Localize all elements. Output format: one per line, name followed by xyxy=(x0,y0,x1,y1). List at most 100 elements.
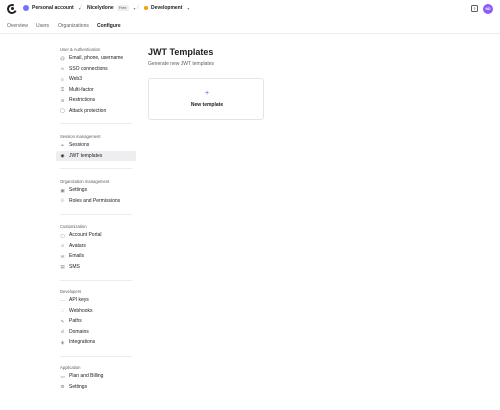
session-icon: ⚭ xyxy=(60,142,65,148)
new-template-card[interactable]: + New template xyxy=(148,78,264,120)
sidebar-item-label: Account Portal xyxy=(69,232,102,239)
sidebar-item-label: Settings xyxy=(69,383,88,390)
chevron-updown-icon: ▾ xyxy=(187,5,190,11)
sidebar-item-label: Settings xyxy=(69,187,88,194)
key-icon: ⚿ xyxy=(60,87,65,93)
page-title: JWT Templates xyxy=(148,47,214,57)
at-icon: @ xyxy=(60,55,65,61)
sidebar-section-organization-management: Organization management ▣ Settings ☉ Rol… xyxy=(56,178,136,206)
webhook-icon: ∴ xyxy=(61,308,64,314)
sidebar-divider xyxy=(60,123,132,124)
sidebar-item-multi-factor[interactable]: ⚿ Multi-factor xyxy=(56,85,136,96)
sidebar-item-webhooks[interactable]: ∴ Webhooks xyxy=(56,306,136,317)
page-subtitle: Generate new JWT templates xyxy=(148,61,215,67)
billing-icon: ▭ xyxy=(60,373,65,379)
web3-icon: ◇ xyxy=(60,76,65,82)
sidebar-section-application: Application ▭ Plan and Billing ⚙ Setting… xyxy=(56,364,136,392)
sidebar-item-roles-permissions[interactable]: ☉ Roles and Permissions xyxy=(56,196,136,207)
ban-icon: ⊘ xyxy=(60,97,65,103)
breadcrumb-separator: / xyxy=(137,5,139,11)
sidebar-item-sessions[interactable]: ⚭ Sessions xyxy=(56,140,136,151)
sidebar-divider xyxy=(60,356,132,357)
sidebar-section-user-auth: User & Authentication @ Email, phone, us… xyxy=(56,46,136,116)
sidebar-item-plan-billing[interactable]: ▭ Plan and Billing xyxy=(56,371,136,382)
link-icon: ∞ xyxy=(60,66,65,72)
application-switcher[interactable]: Nicelydone Free ▾ xyxy=(87,5,136,11)
sidebar-item-label: Web3 xyxy=(69,76,82,83)
sidebar-item-label: Email, phone, username xyxy=(69,55,124,62)
globe-icon: ☌ xyxy=(60,329,65,335)
top-bar: Personal account ▾ / Nicelydone Free ▾ /… xyxy=(0,0,500,18)
user-avatar[interactable]: ND xyxy=(483,4,493,14)
app-logo-dot xyxy=(11,7,14,10)
roles-icon: ☉ xyxy=(60,198,65,204)
sidebar-item-domains[interactable]: ☌ Domains xyxy=(56,327,136,338)
environment-status-dot-icon xyxy=(144,6,148,10)
settings-icon: ⚙ xyxy=(60,384,65,390)
sidebar-item-web3[interactable]: ◇ Web3 xyxy=(56,74,136,85)
sidebar-item-label: Domains xyxy=(69,328,89,335)
paths-icon: ✎ xyxy=(60,318,65,324)
application-label: Nicelydone xyxy=(87,5,114,11)
sidebar-section-title: Organization management xyxy=(60,179,110,184)
sidebar-item-account-portal[interactable]: ▢ Account Portal xyxy=(56,230,136,241)
sidebar-item-integrations[interactable]: ⋕ Integrations xyxy=(56,337,136,348)
sidebar-item-app-settings[interactable]: ⚙ Settings xyxy=(56,382,136,393)
sidebar-item-api-keys[interactable]: ⋯ API keys xyxy=(56,295,136,306)
sidebar-divider xyxy=(60,280,132,281)
sidebar-item-attack-protection[interactable]: ◯ Attack protection xyxy=(56,106,136,117)
account-switcher[interactable]: Personal account ▾ xyxy=(23,5,81,11)
sidebar-section-title: User & Authentication xyxy=(60,47,101,52)
sidebar-item-sms[interactable]: ▤ SMS xyxy=(56,262,136,273)
sidebar-item-paths[interactable]: ✎ Paths xyxy=(56,316,136,327)
new-template-label: New template xyxy=(190,102,224,108)
settings-icon: ▣ xyxy=(60,187,65,193)
plus-icon: + xyxy=(204,90,210,97)
sidebar-section-customization: Customization ▢ Account Portal ☺ Avatars… xyxy=(56,223,136,272)
sidebar-section-title: Application xyxy=(60,365,81,370)
sidebar-item-label: JWT templates xyxy=(69,152,103,159)
sidebar-item-label: SMS xyxy=(69,263,80,270)
sidebar-divider xyxy=(60,168,132,169)
sidebar-section-title: Developers xyxy=(60,289,82,294)
tab-organizations[interactable]: Organizations xyxy=(58,23,89,29)
email-icon: ✉ xyxy=(60,253,65,259)
main-tabs: Overview Users Organizations Configure xyxy=(0,18,500,34)
sidebar-item-label: Roles and Permissions xyxy=(69,197,121,204)
sms-icon: ▤ xyxy=(60,264,65,270)
sidebar-item-restrictions[interactable]: ⊘ Restrictions xyxy=(56,95,136,106)
plan-badge: Free xyxy=(116,5,129,11)
sidebar-item-label: Paths xyxy=(69,318,82,325)
portal-icon: ▢ xyxy=(60,232,65,238)
tab-users[interactable]: Users xyxy=(36,23,49,29)
integrations-icon: ⋕ xyxy=(60,339,65,345)
sidebar-item-label: Webhooks xyxy=(69,307,93,314)
environment-switcher[interactable]: Development ▾ xyxy=(144,5,189,11)
tab-overview[interactable]: Overview xyxy=(7,23,28,29)
sidebar-item-label: Emails xyxy=(69,253,85,260)
sidebar-section-title: Session management xyxy=(60,134,101,139)
sidebar-divider xyxy=(60,214,132,215)
sidebar-item-jwt-templates[interactable]: ◉ JWT templates xyxy=(56,150,136,161)
sidebar-item-email-phone-username[interactable]: @ Email, phone, username xyxy=(56,53,136,64)
sidebar-section-title: Customization xyxy=(60,224,87,229)
sidebar-item-label: SSO connections xyxy=(69,65,108,72)
sidebar-section-session-management: Session management ⚭ Sessions ◉ JWT temp… xyxy=(56,133,136,161)
breadcrumb-separator: / xyxy=(80,5,82,11)
account-label: Personal account xyxy=(32,5,74,11)
sidebar-section-developers: Developers ⋯ API keys ∴ Webhooks ✎ Paths… xyxy=(56,288,136,348)
sidebar-item-org-settings[interactable]: ▣ Settings xyxy=(56,185,136,196)
sidebar-item-label: API keys xyxy=(69,297,89,304)
tab-configure[interactable]: Configure xyxy=(97,23,121,29)
sidebar-item-label: Sessions xyxy=(69,142,90,149)
chevron-updown-icon: ▾ xyxy=(133,5,136,11)
sidebar-item-label: Avatars xyxy=(69,242,86,249)
sidebar-item-sso-connections[interactable]: ∞ SSO connections xyxy=(56,64,136,75)
help-icon[interactable]: ? xyxy=(471,5,478,12)
account-avatar-icon xyxy=(23,5,29,11)
api-key-icon: ⋯ xyxy=(60,297,65,303)
jwt-icon: ◉ xyxy=(60,153,65,159)
sidebar-item-label: Plan and Billing xyxy=(69,373,104,380)
sidebar-item-emails[interactable]: ✉ Emails xyxy=(56,251,136,262)
sidebar-item-avatars[interactable]: ☺ Avatars xyxy=(56,241,136,252)
